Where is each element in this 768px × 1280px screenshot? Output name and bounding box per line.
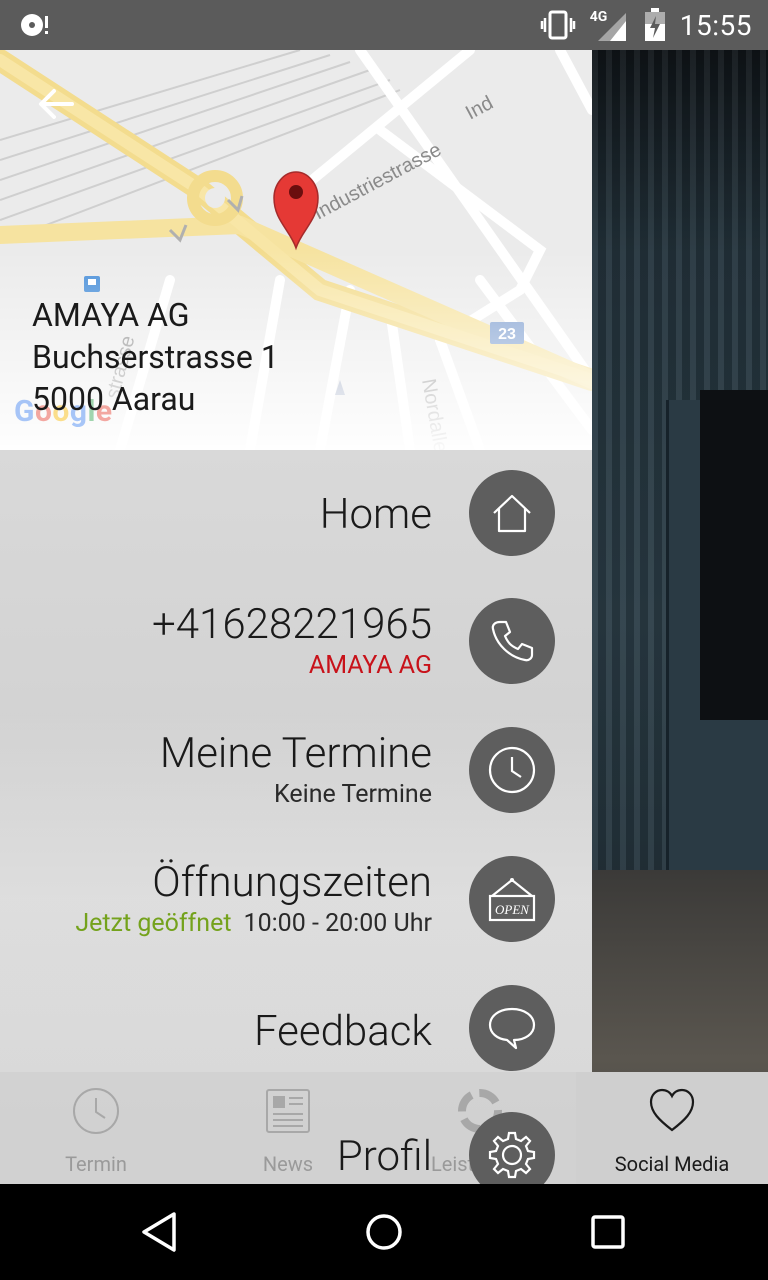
clock-time: 15:55 xyxy=(679,8,752,42)
menu-profil-label: Profil xyxy=(336,1132,432,1181)
speech-bubble-icon xyxy=(488,1007,536,1050)
battery-icon xyxy=(644,8,665,41)
address-block: AMAYA AG Buchserstrasse 1 5000 Aarau xyxy=(32,294,279,420)
termine-button[interactable] xyxy=(469,727,555,813)
menu-hours-label: Öffnungszeiten xyxy=(152,858,432,907)
open-status: Jetzt geöffnet xyxy=(75,909,232,938)
termine-subtitle: Keine Termine xyxy=(274,780,432,809)
menu-termine-label: Meine Termine xyxy=(159,729,432,778)
address-street: Buchserstrasse 1 xyxy=(32,338,279,376)
navigation-drawer: Industriestrasse Ind Nordallee strasse 2… xyxy=(0,50,592,1184)
gear-icon xyxy=(488,1131,536,1179)
menu-item-home[interactable]: Home xyxy=(0,470,592,570)
signal-icon: 4G xyxy=(590,7,630,43)
address-city: 5000 Aarau xyxy=(32,380,196,418)
tab-social-media[interactable]: Social Media xyxy=(576,1072,768,1184)
open-sign-icon: OPEN xyxy=(488,878,536,922)
recents-nav-icon[interactable] xyxy=(584,1208,632,1256)
media-notification-icon xyxy=(21,14,48,36)
menu-item-hours[interactable]: Öffnungszeiten Jetzt geöffnet 10:00 - 20:… xyxy=(0,856,592,956)
phone-icon xyxy=(491,620,534,662)
phone-subtitle: AMAYA AG xyxy=(308,651,432,680)
status-bar: 4G 15:55 xyxy=(0,0,768,50)
location-map[interactable]: Industriestrasse Ind Nordallee strasse 2… xyxy=(0,50,592,450)
back-arrow-icon[interactable] xyxy=(36,86,76,122)
menu-home-label: Home xyxy=(319,490,432,539)
clock-icon xyxy=(488,746,536,794)
home-icon xyxy=(493,494,531,533)
profil-button[interactable] xyxy=(469,1112,555,1184)
phone-number: +41628221965 xyxy=(152,600,432,649)
menu-item-phone[interactable]: +41628221965 AMAYA AG xyxy=(0,598,592,698)
opening-hours: 10:00 - 20:00 Uhr xyxy=(243,909,432,938)
svg-text:OPEN: OPEN xyxy=(495,902,530,917)
tab-social-media-label: Social Media xyxy=(614,1152,730,1176)
menu-item-termine[interactable]: Meine Termine Keine Termine xyxy=(0,727,592,827)
menu-item-profil[interactable]: Profil xyxy=(0,1112,592,1184)
address-name: AMAYA AG xyxy=(32,296,190,334)
back-nav-icon[interactable] xyxy=(136,1208,184,1256)
menu-item-profil-container: Profil xyxy=(0,1050,592,1184)
home-button[interactable] xyxy=(469,470,555,556)
hours-subtitle: Jetzt geöffnet 10:00 - 20:00 Uhr xyxy=(75,908,432,940)
hours-button[interactable]: OPEN xyxy=(469,856,555,942)
tv-image xyxy=(700,390,768,720)
call-button[interactable] xyxy=(469,598,555,684)
home-nav-icon[interactable] xyxy=(360,1208,408,1256)
heart-icon xyxy=(649,1088,695,1132)
vibrate-icon xyxy=(540,10,576,40)
system-navigation-bar xyxy=(0,1184,768,1280)
